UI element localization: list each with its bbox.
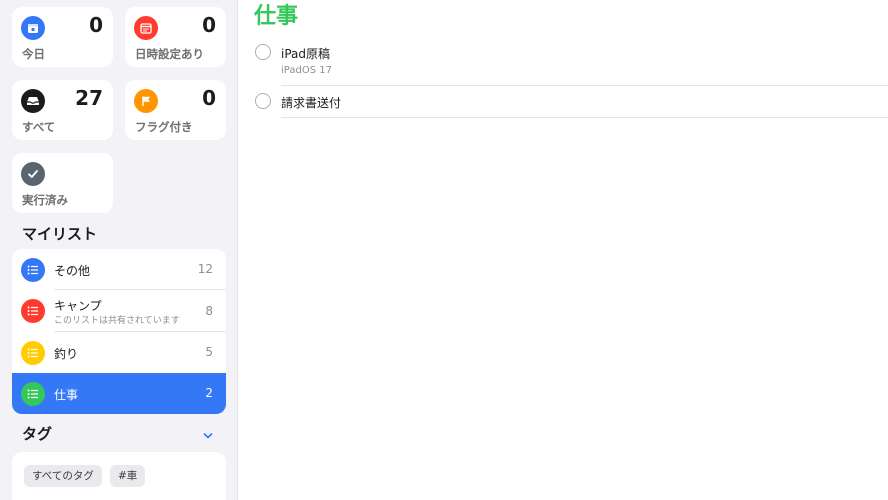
task-note[interactable]: iPadOS 17 — [281, 65, 332, 76]
page-title: 仕事 — [254, 4, 299, 29]
task-title[interactable]: 請求書送付 — [281, 94, 341, 111]
list-name: キャンプ — [54, 299, 102, 313]
list-bullet-icon — [21, 341, 45, 365]
smart-list-count: 0 — [202, 13, 216, 37]
list-name: 釣り — [54, 347, 79, 361]
list-item-fishing[interactable]: 釣り 5 — [12, 332, 226, 373]
my-lists-heading: マイリスト — [22, 225, 98, 243]
smart-list-label: 実行済み — [22, 193, 68, 207]
list-item-work[interactable]: 仕事 2 — [12, 373, 226, 414]
task-divider — [281, 117, 888, 118]
list-bullet-icon — [21, 382, 45, 406]
list-name: 仕事 — [54, 388, 79, 402]
task-checkbox[interactable] — [255, 93, 271, 109]
tags-group: すべてのタグ #車 — [12, 452, 226, 500]
tag-car[interactable]: #車 — [110, 465, 146, 487]
list-count: 12 — [197, 262, 213, 276]
tags-heading: タグ — [22, 425, 53, 443]
smart-list-count: 0 — [202, 86, 216, 110]
list-count: 5 — [205, 345, 213, 359]
tray-icon — [21, 89, 45, 113]
task-checkbox[interactable] — [255, 44, 271, 60]
smart-list-label: すべて — [22, 120, 56, 134]
task-row[interactable]: iPad原稿 iPadOS 17 — [239, 40, 888, 86]
task-row[interactable]: 請求書送付 — [239, 86, 888, 118]
smart-list-completed[interactable]: 実行済み — [12, 153, 113, 213]
smart-list-scheduled[interactable]: 0 日時設定あり — [125, 7, 226, 67]
list-count: 8 — [205, 304, 213, 318]
list-bullet-icon — [21, 299, 45, 323]
list-item-sonota[interactable]: その他 12 — [12, 249, 226, 290]
task-title[interactable]: iPad原稿 — [281, 45, 330, 62]
smart-list-count: 27 — [75, 86, 103, 110]
sidebar: 0 今日 0 日時設定あり 27 すべて 0 フラグ付き 実行済み マイリスト — [0, 0, 238, 500]
smart-list-all[interactable]: 27 すべて — [12, 80, 113, 140]
smart-list-label: 今日 — [22, 47, 45, 61]
list-bullet-icon — [21, 258, 45, 282]
calendar-today-icon — [21, 16, 45, 40]
list-name: その他 — [54, 264, 91, 278]
checkmark-icon — [21, 162, 45, 186]
flag-icon — [134, 89, 158, 113]
calendar-grid-icon — [134, 16, 158, 40]
list-count: 2 — [205, 386, 213, 400]
list-item-camp[interactable]: キャンプ このリストは共有されています 8 — [12, 290, 226, 332]
chevron-down-icon[interactable] — [201, 428, 215, 442]
tag-all[interactable]: すべてのタグ — [24, 465, 102, 487]
smart-list-label: 日時設定あり — [135, 47, 204, 61]
smart-list-count: 0 — [89, 13, 103, 37]
smart-list-flagged[interactable]: 0 フラグ付き — [125, 80, 226, 140]
smart-list-label: フラグ付き — [135, 120, 193, 134]
my-lists-group: その他 12 キャンプ このリストは共有されています 8 釣り 5 仕事 2 — [12, 249, 226, 414]
smart-list-today[interactable]: 0 今日 — [12, 7, 113, 67]
list-shared-note: このリストは共有されています — [54, 316, 180, 326]
main-pane: 仕事 iPad原稿 iPadOS 17 請求書送付 — [239, 0, 888, 500]
